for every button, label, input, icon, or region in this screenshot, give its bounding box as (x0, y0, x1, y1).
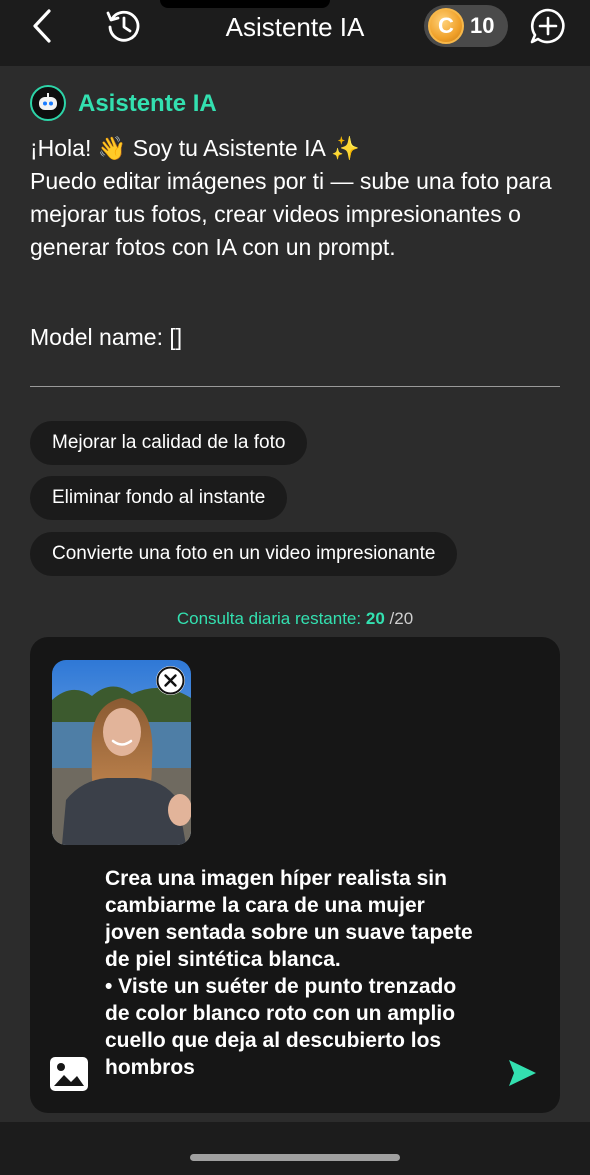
prompt-input[interactable]: Crea una imagen híper realista sin cambi… (105, 865, 485, 1087)
coin-icon: C (428, 8, 464, 44)
quota-total: /20 (389, 609, 414, 628)
daily-quota: Consulta diaria restante: 20 /20 (0, 609, 590, 629)
home-indicator (190, 1154, 400, 1161)
assistant-message: ¡Hola! 👋 Soy tu Asistente IA ✨ Puedo edi… (30, 132, 570, 264)
coin-balance-button[interactable]: C 10 (424, 5, 508, 47)
close-icon (156, 666, 185, 695)
quota-label: Consulta diaria restante: (176, 609, 362, 628)
suggestion-photo-to-video[interactable]: Convierte una foto en un video impresion… (30, 532, 458, 576)
assistant-avatar (30, 85, 66, 121)
prompt-paragraph: Crea una imagen híper realista sin cambi… (105, 867, 473, 971)
assistant-name: Asistente IA (78, 90, 217, 117)
upload-image-button[interactable] (48, 1055, 90, 1093)
prompt-paragraph: • Viste un suéter de punto trenzado de c… (105, 975, 457, 1079)
image-icon (50, 1057, 88, 1091)
quota-remaining: 20 (365, 609, 385, 628)
composer: Crea una imagen híper realista sin cambi… (30, 637, 560, 1113)
intro-text: Puedo editar imágenes por ti — sube una … (30, 168, 552, 260)
status-notch (160, 0, 330, 8)
greeting-text: ¡Hola! 👋 Soy tu Asistente IA ✨ (30, 135, 360, 161)
new-chat-icon (530, 8, 565, 44)
send-icon (509, 1060, 536, 1086)
model-name-text: Model name: [] (30, 324, 183, 350)
bottom-bar (0, 1122, 590, 1175)
robot-icon (39, 93, 57, 110)
divider (30, 386, 560, 387)
remove-photo-button[interactable] (156, 666, 185, 695)
new-chat-button[interactable] (528, 6, 568, 46)
coin-balance: 10 (470, 13, 495, 38)
send-button[interactable] (504, 1055, 540, 1091)
suggestion-enhance-photo[interactable]: Mejorar la calidad de la foto (30, 421, 308, 465)
suggestion-remove-background[interactable]: Eliminar fondo al instante (30, 476, 288, 520)
top-bar: Asistente IA C 10 (0, 0, 590, 66)
